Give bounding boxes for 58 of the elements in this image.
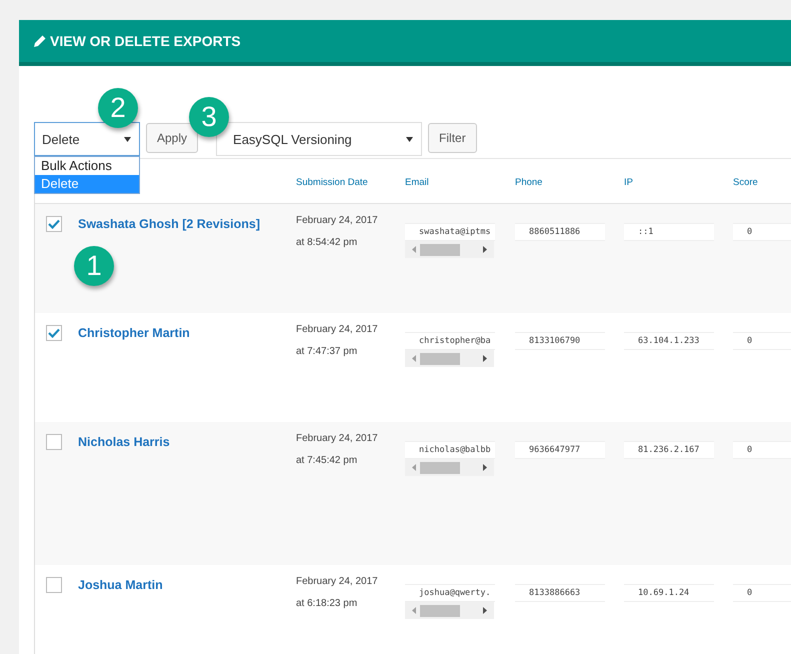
score-field[interactable]: 0 xyxy=(733,441,791,459)
score-field[interactable]: 0 xyxy=(733,223,791,241)
column-header[interactable]: Score xyxy=(733,177,758,188)
horizontal-scrollbar[interactable] xyxy=(405,350,494,367)
ip-field[interactable]: 10.69.1.24 xyxy=(624,584,714,602)
submission-time: at 7:45:42 pm xyxy=(296,454,358,468)
bulk-action-select[interactable]: Delete xyxy=(34,122,140,156)
entry-name-link[interactable]: Joshua Martin xyxy=(78,578,163,592)
submission-date: February 24, 2017 xyxy=(296,432,379,446)
panel-title: VIEW OR DELETE EXPORTS xyxy=(50,33,241,49)
checkbox[interactable] xyxy=(46,577,62,593)
scroll-left-icon[interactable] xyxy=(412,464,416,471)
email-field[interactable]: swashata@iptms xyxy=(405,223,495,241)
phone-field[interactable]: 9636647977 xyxy=(515,441,605,459)
pencil-icon xyxy=(33,34,47,48)
score-field[interactable]: 0 xyxy=(733,332,791,350)
submission-time: at 6:18:23 pm xyxy=(296,597,358,611)
ip-field[interactable]: 81.236.2.167 xyxy=(624,441,714,459)
entry-name-link[interactable]: Nicholas Harris xyxy=(78,435,170,449)
email-field[interactable]: christopher@ba xyxy=(405,332,495,350)
score-field[interactable]: 0 xyxy=(733,584,791,602)
submission-date: February 24, 2017 xyxy=(296,323,379,337)
email-field[interactable]: joshua@qwerty. xyxy=(405,584,495,602)
scroll-left-icon[interactable] xyxy=(412,607,416,614)
dropdown-option[interactable]: Bulk Actions xyxy=(35,157,139,175)
column-header[interactable]: Email xyxy=(405,177,429,188)
scroll-left-icon[interactable] xyxy=(412,246,416,253)
column-header[interactable]: Submission Date xyxy=(296,177,368,188)
checkbox[interactable] xyxy=(46,216,62,232)
checkbox[interactable] xyxy=(46,434,62,450)
apply-button[interactable]: Apply xyxy=(146,123,198,153)
ip-field[interactable]: 63.104.1.233 xyxy=(624,332,714,350)
scroll-right-icon[interactable] xyxy=(483,464,487,471)
horizontal-scrollbar[interactable] xyxy=(405,241,494,258)
scroll-right-icon[interactable] xyxy=(483,607,487,614)
horizontal-scrollbar[interactable] xyxy=(405,459,494,476)
entry-name-link[interactable]: Christopher Martin xyxy=(78,326,190,340)
entry-name-link[interactable]: Swashata Ghosh [2 Revisions] xyxy=(78,217,260,231)
submission-time: at 8:54:42 pm xyxy=(296,236,358,250)
phone-field[interactable]: 8133106790 xyxy=(515,332,605,350)
horizontal-scrollbar[interactable] xyxy=(405,602,494,619)
submission-time: at 7:47:37 pm xyxy=(296,345,358,359)
scroll-right-icon[interactable] xyxy=(483,355,487,362)
checkbox[interactable] xyxy=(46,325,62,341)
phone-field[interactable]: 8133886663 xyxy=(515,584,605,602)
column-header[interactable]: IP xyxy=(624,177,633,188)
phone-field[interactable]: 8860511886 xyxy=(515,223,605,241)
ip-field[interactable]: ::1 xyxy=(624,223,714,241)
caret-icon xyxy=(406,136,414,142)
column-header[interactable]: Phone xyxy=(515,177,542,188)
caret-icon xyxy=(124,136,131,142)
email-field[interactable]: nicholas@balbb xyxy=(405,441,495,459)
form-select[interactable]: EasySQL Versioning xyxy=(216,122,422,156)
submission-date: February 24, 2017 xyxy=(296,214,379,228)
submission-date: February 24, 2017 xyxy=(296,575,379,589)
scroll-right-icon[interactable] xyxy=(483,246,487,253)
filter-button[interactable]: Filter xyxy=(428,123,477,153)
scroll-left-icon[interactable] xyxy=(412,355,416,362)
